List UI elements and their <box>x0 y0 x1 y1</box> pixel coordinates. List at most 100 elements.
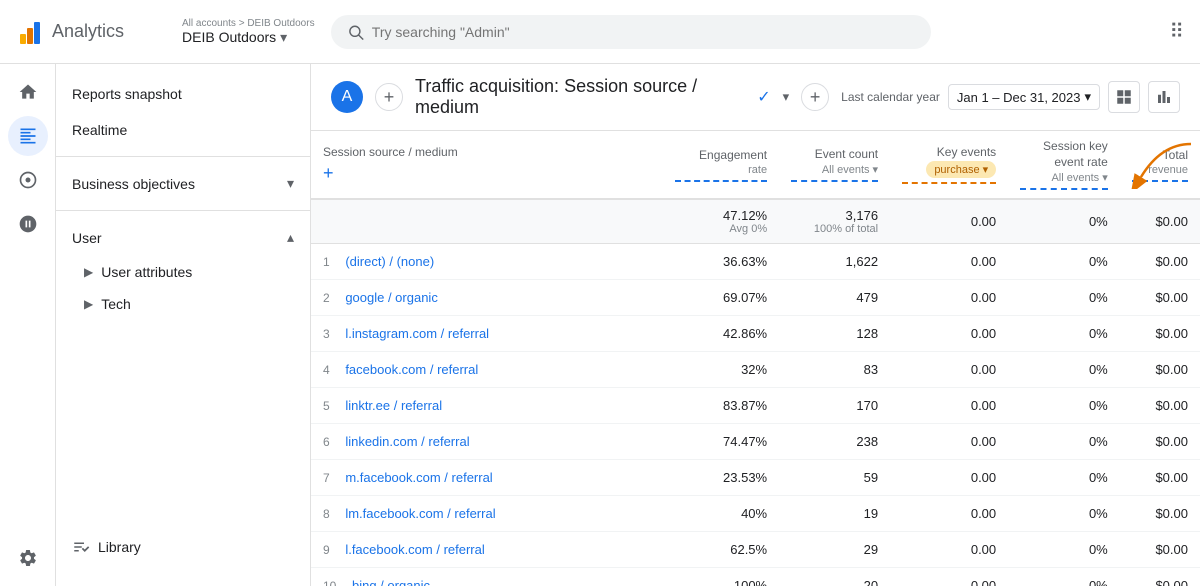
col-header-session-source[interactable]: Session source / medium + <box>311 131 663 199</box>
sidebar-section-user[interactable]: User ▴ <box>56 219 310 256</box>
date-range-picker[interactable]: Jan 1 – Dec 31, 2023 ▾ <box>948 84 1100 110</box>
row-number: 3 <box>323 327 330 341</box>
cell-engagement: 62.5% <box>663 532 779 568</box>
row-number: 8 <box>323 507 330 521</box>
add-report-button[interactable]: + <box>801 83 829 111</box>
icon-sidebar <box>0 64 56 586</box>
cell-source: 7 m.facebook.com / referral <box>311 460 663 496</box>
row-number: 10 <box>323 579 336 586</box>
search-input[interactable] <box>372 24 915 40</box>
cell-session-rate: 0% <box>1008 568 1120 586</box>
source-link[interactable]: facebook.com / referral <box>345 362 478 377</box>
cell-source: 10 bing / organic <box>311 568 663 586</box>
source-link[interactable]: linkedin.com / referral <box>345 434 469 449</box>
cell-events: 59 <box>779 460 890 496</box>
cell-session-rate: 0% <box>1008 388 1120 424</box>
source-link[interactable]: m.facebook.com / referral <box>345 470 492 485</box>
report-title-dropdown-icon[interactable]: ▾ <box>783 89 790 105</box>
sidebar-item-business-objectives[interactable]: Business objectives ▾ <box>56 165 310 202</box>
sidebar-item-tech[interactable]: ▶ Tech <box>56 288 310 320</box>
account-chevron-icon: ▾ <box>280 29 287 46</box>
account-name[interactable]: DEIB Outdoors ▾ <box>182 29 315 46</box>
key-events-badge[interactable]: purchase ▾ <box>926 161 996 178</box>
source-link[interactable]: (direct) / (none) <box>345 254 434 269</box>
row-number: 9 <box>323 543 330 557</box>
cell-source: 2 google / organic <box>311 280 663 316</box>
source-link[interactable]: lm.facebook.com / referral <box>345 506 495 521</box>
session-event-rate-filter[interactable]: All events ▾ <box>1051 171 1107 184</box>
cell-revenue: $0.00 <box>1120 496 1200 532</box>
row-number: 5 <box>323 399 330 413</box>
business-objectives-chevron-icon: ▾ <box>287 175 294 192</box>
add-column-button[interactable]: + <box>323 163 334 184</box>
source-link[interactable]: bing / organic <box>352 578 430 586</box>
sidebar-item-reports-snapshot[interactable]: Reports snapshot <box>56 76 310 112</box>
summary-cell-source <box>311 199 663 244</box>
nav-settings-button[interactable] <box>8 538 48 578</box>
search-bar[interactable] <box>331 15 931 49</box>
cell-session-rate: 0% <box>1008 424 1120 460</box>
cell-source: 9 l.facebook.com / referral <box>311 532 663 568</box>
chart-view-button[interactable] <box>1148 81 1180 113</box>
date-range-label: Last calendar year <box>841 90 940 104</box>
cell-revenue: $0.00 <box>1120 244 1200 280</box>
col-header-event-count: Event count All events ▾ <box>779 131 890 199</box>
cell-engagement: 69.07% <box>663 280 779 316</box>
summary-cell-engagement: 47.12% Avg 0% <box>663 199 779 244</box>
cell-events: 128 <box>779 316 890 352</box>
sidebar-item-user-attributes[interactable]: ▶ User attributes <box>56 256 310 288</box>
report-header: A + Traffic acquisition: Session source … <box>311 64 1200 131</box>
date-range-chevron-icon: ▾ <box>1084 89 1091 105</box>
cell-engagement: 83.87% <box>663 388 779 424</box>
nav-explore-button[interactable] <box>8 160 48 200</box>
avatar: A <box>331 81 363 113</box>
add-comparison-button[interactable]: + <box>375 83 403 111</box>
account-path: All accounts > DEIB Outdoors <box>182 18 315 29</box>
logo-area: Analytics <box>16 18 166 46</box>
cell-engagement: 40% <box>663 496 779 532</box>
sidebar-item-library[interactable]: Library <box>56 528 310 566</box>
data-table-area: Session source / medium + Engagement rat… <box>311 131 1200 586</box>
source-link[interactable]: l.facebook.com / referral <box>345 542 484 557</box>
tech-arrow-icon: ▶ <box>84 297 93 311</box>
cell-engagement: 74.47% <box>663 424 779 460</box>
cell-engagement: 42.86% <box>663 316 779 352</box>
user-attributes-arrow-icon: ▶ <box>84 265 93 279</box>
cell-revenue: $0.00 <box>1120 352 1200 388</box>
cell-key-events: 0.00 <box>890 352 1008 388</box>
cell-key-events: 0.00 <box>890 460 1008 496</box>
cell-revenue: $0.00 <box>1120 280 1200 316</box>
col-header-key-events: Key events purchase ▾ <box>890 131 1008 199</box>
nav-reports-button[interactable] <box>8 116 48 156</box>
search-icon <box>347 23 364 41</box>
cell-events: 170 <box>779 388 890 424</box>
nav-advertising-button[interactable] <box>8 204 48 244</box>
cell-source: 4 facebook.com / referral <box>311 352 663 388</box>
nav-divider-1 <box>56 156 310 157</box>
cell-source: 6 linkedin.com / referral <box>311 424 663 460</box>
row-number: 1 <box>323 255 330 269</box>
verify-icon: ✓ <box>757 87 770 107</box>
cell-session-rate: 0% <box>1008 244 1120 280</box>
cell-engagement: 32% <box>663 352 779 388</box>
source-link[interactable]: l.instagram.com / referral <box>345 326 489 341</box>
apps-grid-icon[interactable]: ⠿ <box>1169 21 1184 43</box>
event-count-filter[interactable]: All events ▾ <box>822 163 878 176</box>
cell-revenue: $0.00 <box>1120 424 1200 460</box>
cell-engagement: 23.53% <box>663 460 779 496</box>
source-link[interactable]: linktr.ee / referral <box>345 398 442 413</box>
cell-events: 20 <box>779 568 890 586</box>
compare-view-button[interactable] <box>1108 81 1140 113</box>
analytics-logo <box>16 18 44 46</box>
cell-session-rate: 0% <box>1008 316 1120 352</box>
sidebar-item-realtime[interactable]: Realtime <box>56 112 310 148</box>
table-row: 4 facebook.com / referral 32% 83 0.00 0%… <box>311 352 1200 388</box>
table-row: 6 linkedin.com / referral 74.47% 238 0.0… <box>311 424 1200 460</box>
library-icon <box>72 538 90 556</box>
nav-home-button[interactable] <box>8 72 48 112</box>
col-header-engagement-rate: Engagement rate <box>663 131 779 199</box>
cell-source: 8 lm.facebook.com / referral <box>311 496 663 532</box>
source-link[interactable]: google / organic <box>345 290 438 305</box>
cell-engagement: 100% <box>663 568 779 586</box>
col-header-total-revenue: Total revenue <box>1120 131 1200 199</box>
